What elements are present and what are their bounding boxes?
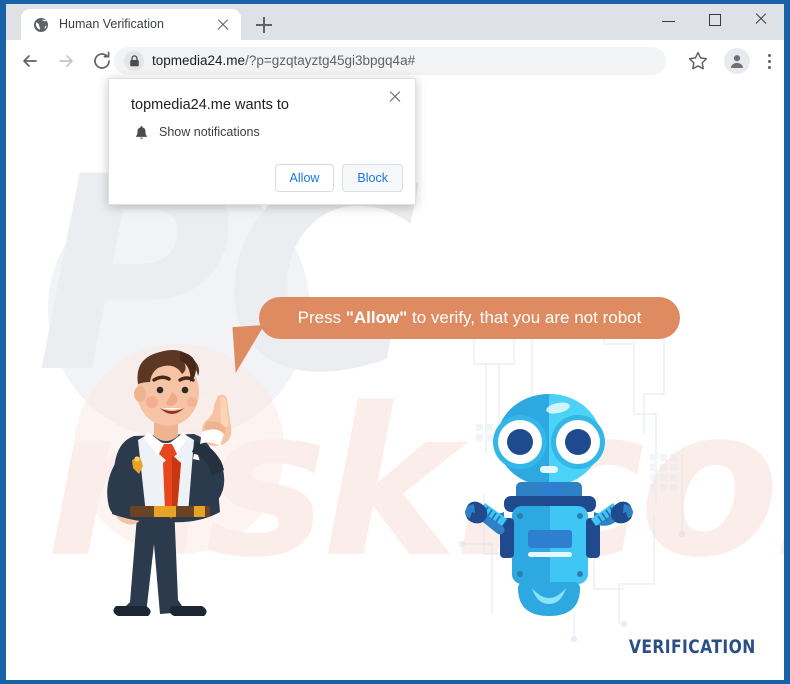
browser-window: Human Verification topmedia24.me/?p=gzqt… — [0, 0, 790, 684]
speech-bubble-text: Press "Allow" to verify, that you are no… — [259, 297, 680, 339]
reload-button[interactable] — [90, 49, 114, 73]
back-button[interactable] — [18, 49, 42, 73]
address-bar[interactable]: topmedia24.me/?p=gzqtayztg45gi3bpgq4a# — [114, 47, 666, 75]
bubble-emphasis: "Allow" — [345, 308, 408, 327]
profile-avatar-icon[interactable] — [724, 48, 750, 74]
notification-permission-popup: topmedia24.me wants to Show notification… — [108, 78, 416, 205]
kebab-dot — [768, 60, 772, 64]
bookmark-star-icon[interactable] — [686, 49, 710, 73]
browser-toolbar: topmedia24.me/?p=gzqtayztg45gi3bpgq4a# — [6, 40, 784, 82]
address-bar-url: topmedia24.me/?p=gzqtayztg45gi3bpgq4a# — [152, 47, 415, 75]
minimize-button[interactable] — [646, 4, 692, 34]
forward-button[interactable] — [54, 49, 78, 73]
window-controls — [646, 4, 784, 40]
browser-menu-button[interactable] — [760, 49, 780, 73]
globe-icon — [33, 17, 49, 33]
reload-icon — [94, 51, 110, 69]
kebab-dot — [768, 54, 772, 58]
popup-buttons: Allow Block — [274, 164, 403, 192]
popup-title: topmedia24.me wants to — [131, 97, 289, 113]
url-path: /?p=gzqtayztg45gi3bpgq4a# — [245, 53, 416, 68]
block-button[interactable]: Block — [342, 164, 403, 192]
bell-icon — [133, 125, 150, 142]
speech-bubble: Press "Allow" to verify, that you are no… — [259, 297, 680, 339]
tab-strip: Human Verification — [6, 4, 784, 40]
new-tab-button[interactable] — [252, 13, 276, 37]
tab-title: Human Verification — [59, 17, 164, 31]
popup-permission-label: Show notifications — [159, 125, 260, 139]
tab-close-icon[interactable] — [215, 17, 231, 33]
popup-close-icon[interactable] — [387, 89, 403, 105]
robot-illustration — [465, 394, 633, 616]
lock-icon — [124, 51, 144, 71]
arrow-right-icon — [59, 55, 73, 67]
browser-window-inner: Human Verification topmedia24.me/?p=gzqt… — [6, 4, 784, 680]
businessman-illustration — [107, 350, 232, 616]
bubble-prefix: Press — [297, 308, 346, 327]
allow-button[interactable]: Allow — [274, 164, 335, 192]
maximize-button[interactable] — [692, 4, 738, 34]
bubble-suffix: to verify, that you are not robot — [407, 308, 642, 327]
kebab-dot — [768, 66, 772, 70]
arrow-left-icon — [23, 55, 37, 67]
window-close-button[interactable] — [738, 4, 784, 34]
tab-human-verification[interactable]: Human Verification — [21, 9, 241, 40]
url-domain: topmedia24.me — [152, 53, 246, 68]
verification-logo: VERIFICATION — [629, 636, 756, 658]
